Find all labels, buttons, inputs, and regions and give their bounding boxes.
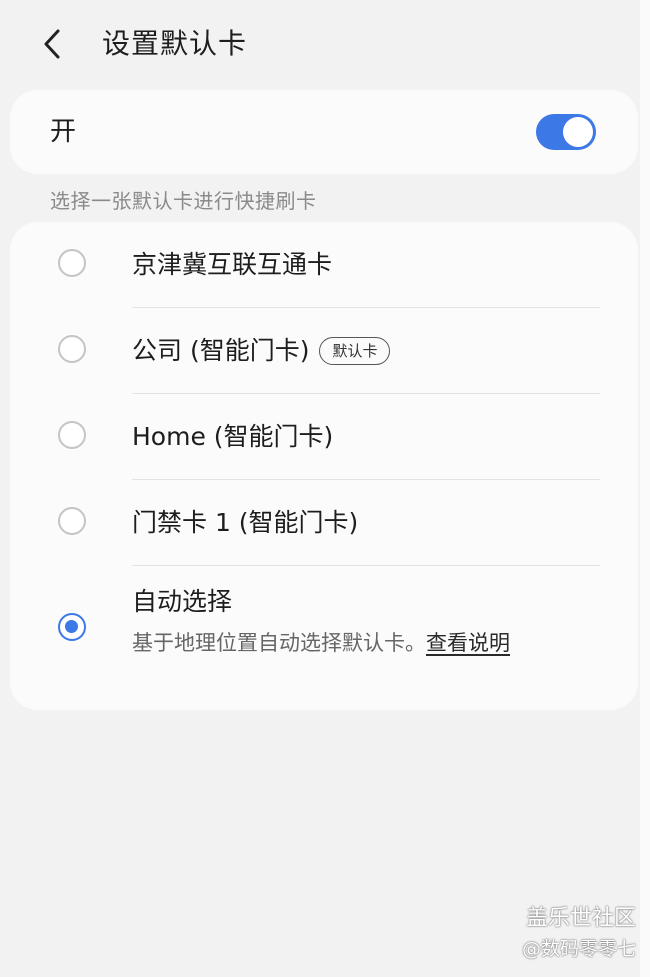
master-toggle-row[interactable]: 开 (10, 90, 638, 174)
card-option-label: 京津冀互联互通卡 (132, 250, 333, 279)
watermark-author: @数码零零七 (521, 938, 636, 960)
card-option-label-wrap: 公司 (智能门卡) 默认卡 (132, 333, 391, 369)
card-option-home[interactable]: Home (智能门卡) (10, 394, 638, 480)
card-option-label: 门禁卡 1 (智能门卡) (132, 508, 359, 537)
radio-button[interactable] (58, 507, 86, 535)
card-option-label: 公司 (智能门卡) (132, 336, 310, 365)
radio-button[interactable] (58, 249, 86, 277)
radio-button-selected[interactable] (58, 613, 86, 641)
auto-select-option[interactable]: 自动选择 基于地理位置自动选择默认卡。查看说明 (10, 566, 638, 686)
edge-strip (640, 0, 650, 977)
radio-button[interactable] (58, 421, 86, 449)
switch-knob (563, 117, 593, 147)
view-explanation-link[interactable]: 查看说明 (426, 631, 510, 655)
radio-button[interactable] (58, 335, 86, 363)
toggle-label: 开 (50, 117, 77, 147)
card-list: 京津冀互联互通卡 公司 (智能门卡) 默认卡 Home (智能门卡) 门禁卡 1 … (10, 222, 638, 710)
auto-select-description: 基于地理位置自动选择默认卡。 (132, 631, 426, 655)
card-option-access-card-1[interactable]: 门禁卡 1 (智能门卡) (10, 480, 638, 566)
back-button[interactable] (36, 26, 72, 62)
default-card-badge: 默认卡 (319, 337, 391, 365)
section-hint: 选择一张默认卡进行快捷刷卡 (50, 189, 317, 213)
top-bar: 设置默认卡 (0, 0, 640, 90)
master-switch[interactable] (536, 114, 596, 150)
card-option-jingjinji[interactable]: 京津冀互联互通卡 (10, 222, 638, 308)
card-option-company[interactable]: 公司 (智能门卡) 默认卡 (10, 308, 638, 394)
auto-select-description-wrap: 基于地理位置自动选择默认卡。查看说明 (132, 628, 510, 658)
chevron-left-icon (44, 29, 60, 59)
auto-select-title: 自动选择 (132, 587, 233, 616)
page-title: 设置默认卡 (102, 27, 248, 60)
card-option-label: Home (智能门卡) (132, 422, 334, 451)
watermark-community: 盖乐世社区 (525, 906, 636, 931)
